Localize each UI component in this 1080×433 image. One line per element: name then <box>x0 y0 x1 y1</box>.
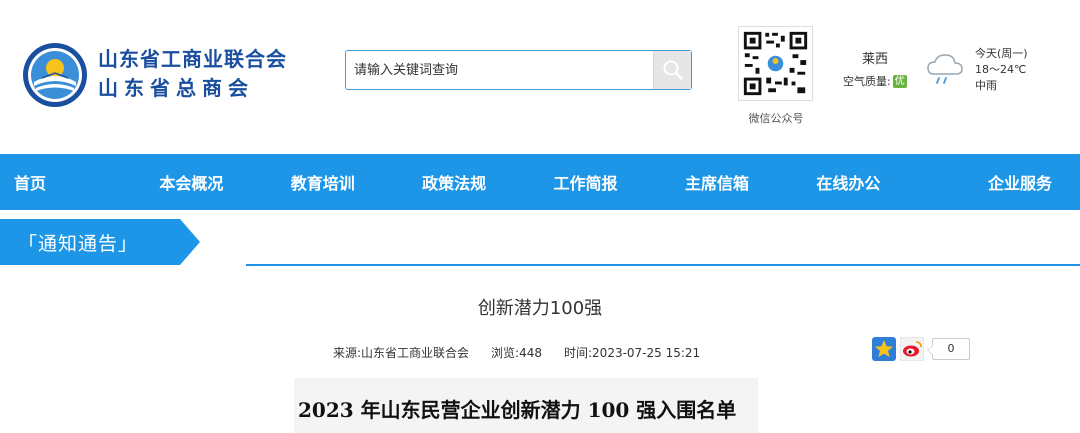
nav-item-about[interactable]: 本会概况 <box>126 154 257 210</box>
weather-forecast: 今天(周一) 18～24℃ 中雨 <box>975 46 1028 94</box>
section-tab[interactable]: 「通知通告」 <box>0 219 200 265</box>
search-icon <box>663 60 683 80</box>
search-button[interactable] <box>653 51 691 89</box>
site-header: 山东省工商业联合会 山东省总商会 微信公众号 莱西 空气质量: 优 <box>0 0 1080 154</box>
main-nav: 首页 本会概况 教育培训 政策法规 工作简报 主席信箱 在线办公 企业服务 <box>0 154 1080 210</box>
article-views: 浏览:448 <box>491 346 542 360</box>
nav-item-enterprise-services[interactable]: 企业服务 <box>914 154 1080 210</box>
wechat-qr-code-icon <box>738 26 813 101</box>
air-quality-badge: 优 <box>892 74 907 88</box>
weather-city: 莱西 <box>862 52 889 67</box>
article-time: 时间:2023-07-25 15:21 <box>564 346 701 360</box>
nav-item-mailbox[interactable]: 主席信箱 <box>651 154 782 210</box>
article-source: 来源:山东省工商业联合会 <box>333 346 470 360</box>
weather-temp: 18～24℃ <box>975 63 1027 76</box>
search-box <box>345 50 692 90</box>
org-logo-icon[interactable] <box>22 42 88 108</box>
org-name-line2: 山东省总商会 <box>98 76 254 100</box>
org-name[interactable]: 山东省工商业联合会 山东省总商会 <box>98 46 287 102</box>
section-tab-label: 「通知通告」 <box>18 233 139 255</box>
weather-condition: 中雨 <box>975 79 997 92</box>
nav-item-online-office[interactable]: 在线办公 <box>783 154 914 210</box>
search-input[interactable] <box>346 51 653 89</box>
share-bar: 0 <box>872 337 970 361</box>
nav-item-training[interactable]: 教育培训 <box>257 154 388 210</box>
org-name-line1: 山东省工商业联合会 <box>98 47 287 71</box>
nav-item-policy[interactable]: 政策法规 <box>388 154 519 210</box>
nav-item-briefing[interactable]: 工作简报 <box>520 154 651 210</box>
share-count: 0 <box>927 338 970 360</box>
air-quality: 空气质量: 优 <box>843 73 907 89</box>
weather-day: 今天(周一) <box>975 47 1028 60</box>
section-divider <box>246 264 1080 266</box>
rain-cloud-icon <box>927 54 963 84</box>
air-quality-label: 空气质量: <box>843 75 891 88</box>
qr-label: 微信公众号 <box>748 112 804 125</box>
weibo-share-icon[interactable] <box>900 337 924 361</box>
nav-item-home[interactable]: 首页 <box>0 154 126 210</box>
qzone-share-icon[interactable] <box>872 337 896 361</box>
article-meta: 来源:山东省工商业联合会 浏览:448 时间:2023-07-25 15:21 <box>333 344 700 361</box>
document-heading: 2023 年山东民营企业创新潜力 100 强入围名单 <box>294 378 758 433</box>
article-title: 创新潜力100强 <box>477 298 603 319</box>
document-heading-text: 2023 年山东民营企业创新潜力 100 强入围名单 <box>298 398 737 422</box>
